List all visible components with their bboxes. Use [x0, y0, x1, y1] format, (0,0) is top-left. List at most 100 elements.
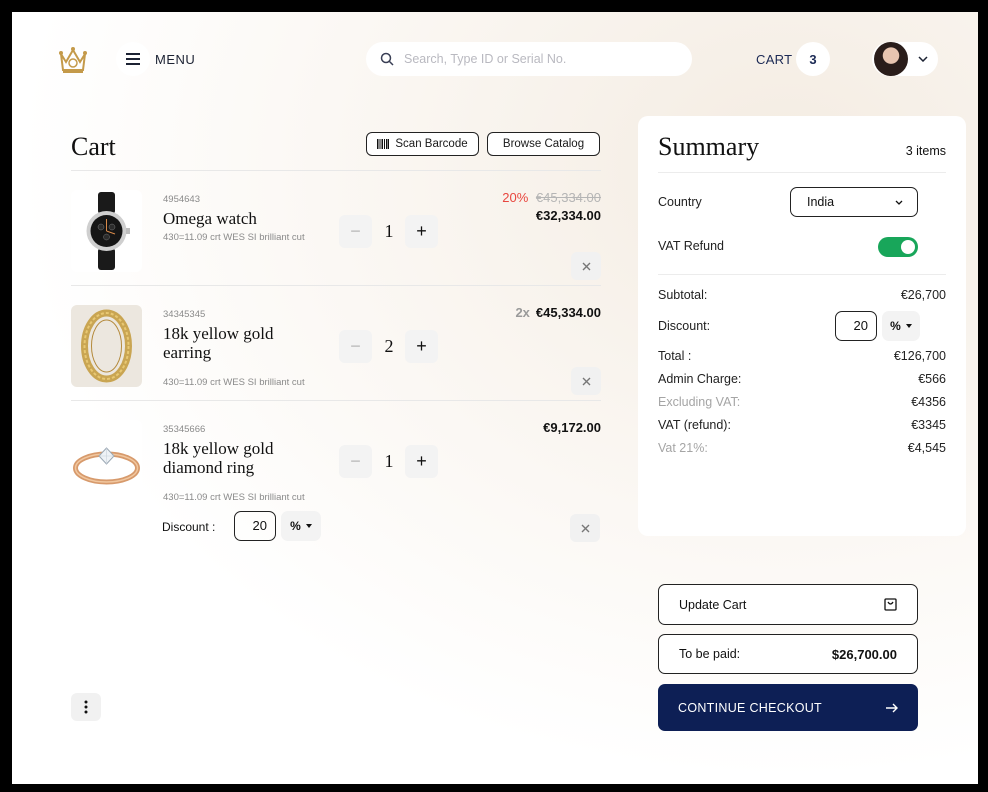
to-be-paid-value: $26,700.00 [831, 646, 897, 662]
admin-charge-label: Admin Charge: [658, 372, 742, 386]
quantity-multiplier: 2x [515, 305, 530, 320]
item-price: €45,334.00 [535, 305, 601, 320]
update-cart-label: Update Cart [679, 597, 747, 612]
divider [71, 170, 601, 171]
subtotal-value: €26,700 [900, 288, 946, 302]
divider [71, 285, 601, 286]
update-cart-button[interactable]: Update Cart [658, 584, 918, 625]
to-be-paid-box: To be paid: $26,700.00 [658, 634, 918, 674]
continue-checkout-button[interactable]: CONTINUE CHECKOUT [658, 684, 918, 731]
chevron-down-icon [918, 56, 928, 62]
item-price-row: 2x €45,334.00 [515, 305, 601, 320]
summary-discount-unit-select[interactable]: % [882, 311, 920, 341]
quantity-value: 1 [384, 451, 394, 471]
menu-button[interactable] [116, 42, 150, 76]
product-sku: 4954643 [163, 194, 200, 205]
close-icon [581, 524, 589, 532]
item-discount-input[interactable]: 20 [234, 511, 276, 541]
divider [71, 400, 601, 401]
arrow-right-icon [886, 703, 898, 712]
price-discount-row: 20% €45,334.00 [502, 190, 601, 205]
item-price: €32,334.00 [535, 208, 601, 223]
remove-item-button[interactable] [571, 367, 601, 395]
divider [658, 274, 946, 275]
total-label: Total : [658, 349, 692, 363]
decrease-qty-button[interactable]: − [339, 330, 372, 363]
increase-qty-button[interactable]: + [405, 330, 438, 363]
country-select[interactable]: India [790, 187, 918, 217]
excluding-vat-value: €4356 [911, 395, 946, 409]
cart-item: 4954643 Omega watch 430=11.09 crt WES SI… [71, 174, 601, 289]
admin-charge-value: €566 [918, 372, 946, 386]
scan-barcode-button[interactable]: Scan Barcode [366, 132, 479, 156]
product-image [71, 420, 142, 502]
profile-menu[interactable] [872, 42, 938, 76]
quantity-value: 2 [384, 336, 394, 356]
divider [658, 172, 946, 173]
summary-items-count: 3 items [905, 144, 946, 158]
barcode-icon [377, 139, 390, 149]
subtotal-label: Subtotal: [658, 288, 708, 302]
cart-title: Cart [71, 132, 116, 161]
avatar[interactable] [874, 42, 908, 76]
to-be-paid-label: To be paid: [679, 647, 741, 661]
caret-down-icon [905, 324, 912, 328]
decrease-qty-button[interactable]: − [339, 215, 372, 248]
vat-21-label: Vat 21%: [658, 441, 708, 455]
remove-item-button[interactable] [571, 252, 601, 280]
summary-discount-input[interactable]: 20 [835, 311, 877, 341]
country-label: Country [658, 195, 702, 209]
cart-label[interactable]: CART [756, 52, 792, 67]
discount-percent: 20% [502, 190, 529, 205]
close-icon [582, 377, 590, 385]
summary-discount-label: Discount: [658, 319, 711, 333]
product-name[interactable]: 18k yellow gold earring [163, 324, 303, 362]
summary-title: Summary [658, 132, 760, 161]
product-description: 430=11.09 crt WES SI brilliant cut [163, 377, 305, 388]
crown-logo-icon[interactable] [56, 42, 90, 76]
item-discount-label: Discount : [162, 520, 216, 534]
vat-refund-toggle[interactable] [878, 237, 918, 257]
more-vertical-icon [84, 700, 88, 714]
product-description: 430=11.09 crt WES SI brilliant cut [163, 232, 305, 243]
summary-panel: Summary 3 items Country India VAT Refund… [638, 116, 966, 536]
country-value: India [807, 195, 835, 209]
more-options-button[interactable] [71, 693, 101, 721]
product-image [71, 190, 142, 272]
product-name[interactable]: Omega watch [163, 209, 303, 228]
increase-qty-button[interactable]: + [405, 215, 438, 248]
item-discount-unit-select[interactable]: % [281, 511, 321, 541]
shopping-bag-icon [884, 598, 897, 611]
search-icon [380, 52, 394, 66]
product-name[interactable]: 18k yellow gold diamond ring [163, 439, 303, 477]
vat-refund-label: VAT Refund [658, 239, 725, 253]
search-input[interactable] [404, 52, 664, 66]
hamburger-icon [126, 53, 140, 65]
continue-checkout-label: CONTINUE CHECKOUT [678, 700, 822, 715]
vat-21-value: €4,545 [907, 441, 946, 455]
item-price: €9,172.00 [543, 420, 601, 435]
vat-refund-amount-value: €3345 [911, 418, 946, 432]
discount-unit-value: % [290, 519, 301, 533]
product-sku: 35345666 [163, 424, 206, 435]
remove-discount-button[interactable] [570, 514, 600, 542]
product-sku: 34345345 [163, 309, 206, 320]
close-icon [582, 262, 590, 270]
decrease-qty-button[interactable]: − [339, 445, 372, 478]
product-image [71, 305, 142, 387]
cart-item: 35345666 18k yellow gold diamond ring 43… [71, 404, 601, 519]
product-description: 430=11.09 crt WES SI brilliant cut [163, 492, 305, 503]
increase-qty-button[interactable]: + [405, 445, 438, 478]
chevron-down-icon [895, 200, 903, 205]
menu-label[interactable]: MENU [155, 52, 195, 67]
original-price: €45,334.00 [535, 190, 601, 205]
search-bar[interactable] [366, 42, 692, 76]
app-frame: MENU CART 3 Cart Scan Barcode Browse Cat… [12, 12, 978, 784]
quantity-value: 1 [384, 221, 394, 241]
cart-count-badge[interactable]: 3 [796, 42, 830, 76]
scan-barcode-label: Scan Barcode [395, 138, 468, 150]
excluding-vat-label: Excluding VAT: [658, 395, 741, 409]
caret-down-icon [305, 524, 312, 528]
browse-catalog-button[interactable]: Browse Catalog [487, 132, 600, 156]
total-value: €126,700 [893, 349, 946, 363]
